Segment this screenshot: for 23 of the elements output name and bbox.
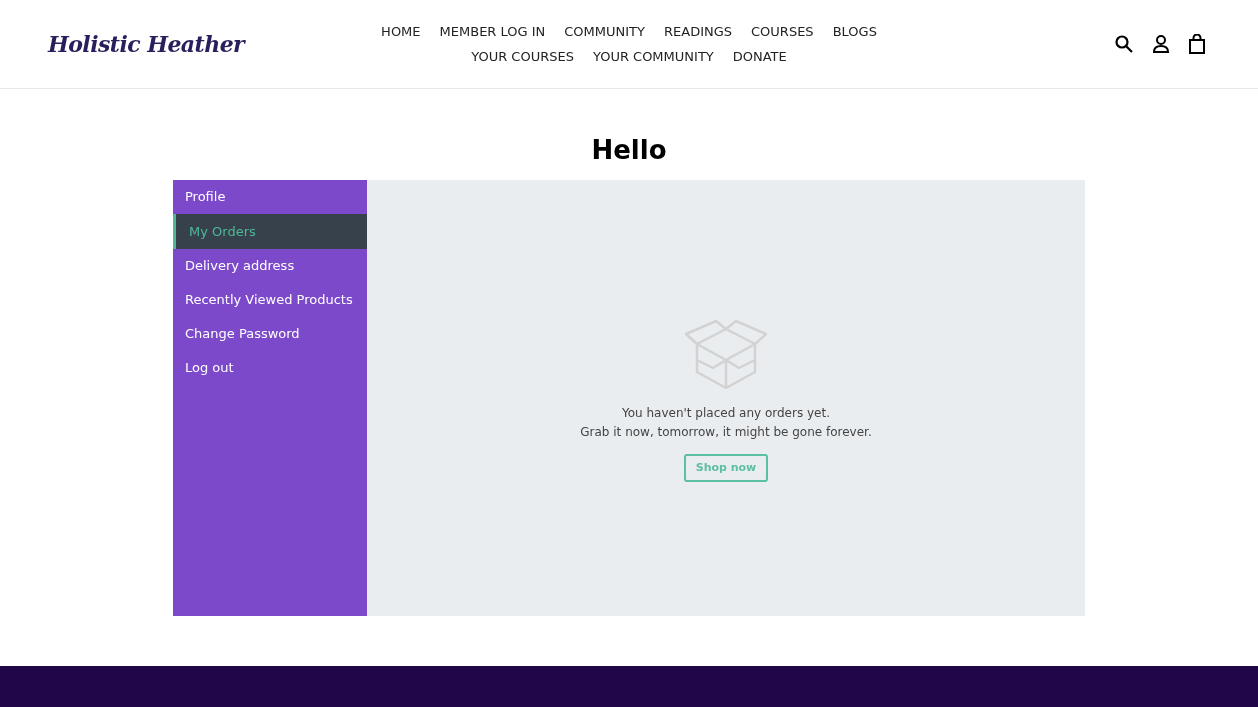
box-icon — [685, 320, 767, 390]
sidebar-item[interactable]: Recently Viewed Products — [173, 283, 367, 317]
empty-message: Grab it now, tomorrow, it might be gone forever. — [580, 424, 872, 441]
search-icon[interactable] — [1114, 34, 1134, 54]
nav-link[interactable]: COURSES — [751, 21, 814, 41]
nav-link[interactable]: COMMUNITY — [564, 21, 645, 41]
nav-link[interactable]: READINGS — [664, 21, 733, 41]
empty-message: You haven't placed any orders yet. — [622, 405, 830, 422]
nav-link[interactable]: MEMBER LOG IN — [439, 21, 546, 41]
shopping-bag-icon[interactable] — [1188, 34, 1206, 54]
sidebar-item[interactable]: Log out — [173, 351, 367, 385]
nav-link[interactable]: BLOGS — [832, 21, 877, 41]
logo[interactable]: Holistic Heather — [48, 30, 245, 57]
person-icon[interactable] — [1152, 34, 1170, 54]
page-title: Hello — [591, 134, 667, 167]
nav-link[interactable]: YOUR COURSES — [471, 47, 574, 67]
nav-link[interactable]: DONATE — [732, 47, 787, 67]
nav-link[interactable]: HOME — [381, 21, 421, 41]
sidebar-item[interactable]: Profile — [173, 180, 367, 214]
nav-link[interactable]: YOUR COMMUNITY — [592, 47, 714, 67]
sidebar-item[interactable]: My Orders — [173, 214, 367, 249]
sidebar-item[interactable]: Change Password — [173, 317, 367, 351]
sidebar-item[interactable]: Delivery address — [173, 249, 367, 283]
